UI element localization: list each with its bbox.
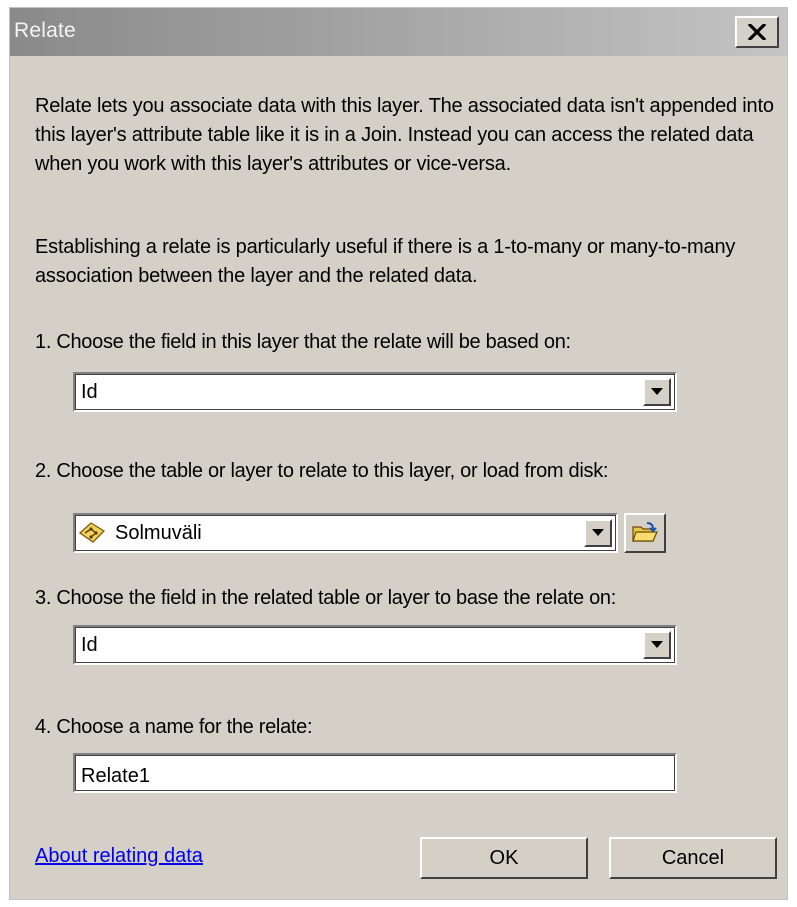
layer-dropdown[interactable]: Solmuväli	[73, 513, 618, 553]
chevron-down-icon	[651, 388, 663, 395]
layer-dropdown-arrow[interactable]	[584, 519, 612, 547]
relate-dialog: Relate Relate lets you associate data wi…	[10, 8, 787, 899]
related-field-dropdown-arrow[interactable]	[643, 631, 671, 659]
chevron-down-icon	[651, 641, 663, 648]
description-paragraph-2: Establishing a relate is particularly us…	[35, 236, 736, 287]
about-relating-data-link[interactable]: About relating data	[35, 845, 203, 868]
relate-name-input[interactable]	[73, 753, 677, 793]
ok-button[interactable]: OK	[420, 837, 588, 879]
layer-icon	[79, 522, 105, 543]
step2-label: 2. Choose the table or layer to relate t…	[35, 460, 609, 482]
window-title: Relate	[14, 19, 76, 42]
step1-label: 1. Choose the field in this layer that t…	[35, 331, 571, 353]
close-icon	[748, 24, 766, 40]
close-button[interactable]	[735, 16, 779, 48]
field-dropdown-arrow[interactable]	[643, 378, 671, 406]
field-dropdown[interactable]: Id	[73, 372, 677, 412]
chevron-down-icon	[592, 529, 604, 536]
layer-dropdown-value: Solmuväli	[115, 522, 202, 544]
related-field-dropdown[interactable]: Id	[73, 625, 677, 665]
title-bar[interactable]: Relate	[10, 8, 787, 56]
step4-label: 4. Choose a name for the relate:	[35, 716, 313, 738]
open-folder-icon	[632, 522, 658, 542]
step3-label: 3. Choose the field in the related table…	[35, 587, 617, 609]
field-dropdown-value: Id	[81, 381, 98, 403]
description-paragraph: Relate lets you associate data with this…	[35, 95, 774, 175]
related-field-dropdown-value: Id	[81, 634, 98, 656]
cancel-button[interactable]: Cancel	[609, 837, 777, 879]
browse-button[interactable]	[624, 513, 666, 553]
